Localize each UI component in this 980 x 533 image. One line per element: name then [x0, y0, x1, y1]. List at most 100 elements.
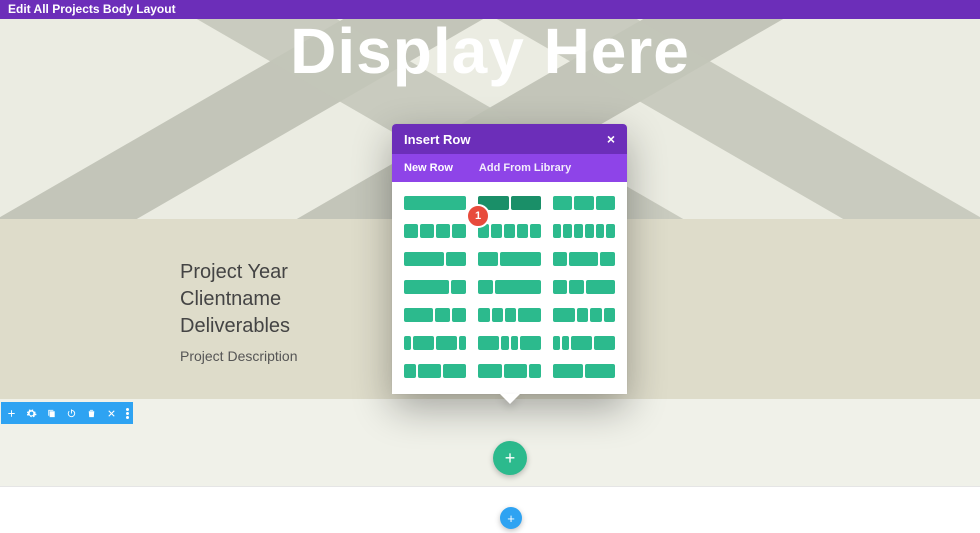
tab-add-from-library[interactable]: Add From Library: [479, 162, 571, 174]
modal-close-button[interactable]: ×: [607, 131, 615, 147]
layout-col: [418, 364, 441, 378]
layout-option[interactable]: [404, 196, 466, 210]
layout-grid: [404, 196, 615, 378]
layout-option[interactable]: [478, 224, 540, 238]
layout-col: [571, 336, 592, 350]
layout-col: [478, 252, 498, 266]
layout-col: [511, 196, 541, 210]
power-icon: [66, 408, 77, 419]
layout-option[interactable]: [478, 308, 540, 322]
section-settings-button[interactable]: [21, 402, 41, 424]
layout-option[interactable]: [404, 336, 466, 350]
layout-option[interactable]: [553, 224, 615, 238]
layout-col: [563, 224, 572, 238]
layout-col: [585, 364, 615, 378]
section-add-button[interactable]: [1, 402, 21, 424]
layout-col: [517, 224, 528, 238]
plus-icon: [6, 408, 17, 419]
layout-col: [553, 308, 576, 322]
layout-option[interactable]: [553, 336, 615, 350]
layout-col: [569, 280, 584, 294]
layout-col: [404, 196, 466, 210]
layout-col: [530, 224, 541, 238]
layout-col: [459, 336, 466, 350]
layout-col: [553, 224, 562, 238]
admin-bar: Edit All Projects Body Layout: [0, 0, 980, 19]
section-duplicate-button[interactable]: [41, 402, 61, 424]
below-band-area: [0, 399, 980, 486]
layout-option[interactable]: [478, 364, 540, 378]
modal-title: Insert Row: [404, 132, 470, 147]
layout-col: [574, 196, 593, 210]
layout-col: [520, 336, 541, 350]
layout-col: [504, 224, 515, 238]
add-row-button[interactable]: +: [493, 441, 527, 475]
layout-col: [518, 308, 541, 322]
modal-header[interactable]: Insert Row ×: [392, 124, 627, 154]
layout-option[interactable]: [478, 336, 540, 350]
layout-col: [596, 224, 605, 238]
layout-option[interactable]: [478, 252, 540, 266]
layout-col: [446, 252, 466, 266]
section-more-button[interactable]: [121, 402, 133, 424]
layout-option[interactable]: [404, 364, 466, 378]
layout-col: [452, 224, 466, 238]
layout-col: [585, 224, 594, 238]
layout-col: [600, 252, 615, 266]
layout-col: [553, 364, 583, 378]
add-section-button[interactable]: +: [500, 507, 522, 529]
layout-col: [586, 280, 615, 294]
layout-option[interactable]: [404, 224, 466, 238]
layout-col: [404, 336, 411, 350]
layout-option[interactable]: [553, 364, 615, 378]
layout-option[interactable]: [404, 280, 466, 294]
hero-title: Display Here: [0, 19, 980, 83]
layout-col: [420, 224, 434, 238]
layout-col: [562, 336, 569, 350]
close-icon: [106, 408, 117, 419]
layout-col: [594, 336, 615, 350]
plus-icon: +: [507, 511, 515, 526]
layout-option[interactable]: [553, 196, 615, 210]
layout-col: [478, 280, 493, 294]
layout-option[interactable]: [404, 252, 466, 266]
layout-col: [501, 336, 508, 350]
section-toolbar: [1, 402, 133, 424]
layout-col: [478, 308, 489, 322]
layout-col: [478, 364, 501, 378]
gear-icon: [26, 408, 37, 419]
layout-col: [404, 224, 418, 238]
plus-icon: +: [505, 448, 516, 469]
layout-col: [404, 308, 433, 322]
layout-col: [553, 196, 572, 210]
layout-option[interactable]: [553, 308, 615, 322]
layout-col: [491, 224, 502, 238]
section-close-button[interactable]: [101, 402, 121, 424]
delete-icon: [86, 408, 97, 419]
layout-col: [569, 252, 598, 266]
layout-col: [495, 280, 540, 294]
layout-option[interactable]: [553, 280, 615, 294]
layout-col: [452, 308, 467, 322]
bottom-strip: [0, 486, 980, 533]
layout-option[interactable]: [478, 196, 540, 210]
layout-col: [404, 364, 416, 378]
modal-pointer-icon: [500, 394, 520, 404]
layout-option[interactable]: [404, 308, 466, 322]
layout-option[interactable]: [478, 280, 540, 294]
layout-col: [606, 224, 615, 238]
section-power-button[interactable]: [61, 402, 81, 424]
dot-icon: [126, 416, 129, 419]
layout-col: [500, 252, 540, 266]
layout-col: [404, 280, 449, 294]
insert-row-modal: Insert Row × New Row Add From Library: [392, 124, 627, 394]
layout-col: [511, 336, 518, 350]
tab-new-row[interactable]: New Row: [404, 162, 453, 174]
section-delete-button[interactable]: [81, 402, 101, 424]
layout-option[interactable]: [553, 252, 615, 266]
layout-col: [553, 280, 568, 294]
dot-icon: [126, 412, 129, 415]
modal-body: [392, 182, 627, 394]
layout-col: [451, 280, 466, 294]
layout-col: [604, 308, 615, 322]
